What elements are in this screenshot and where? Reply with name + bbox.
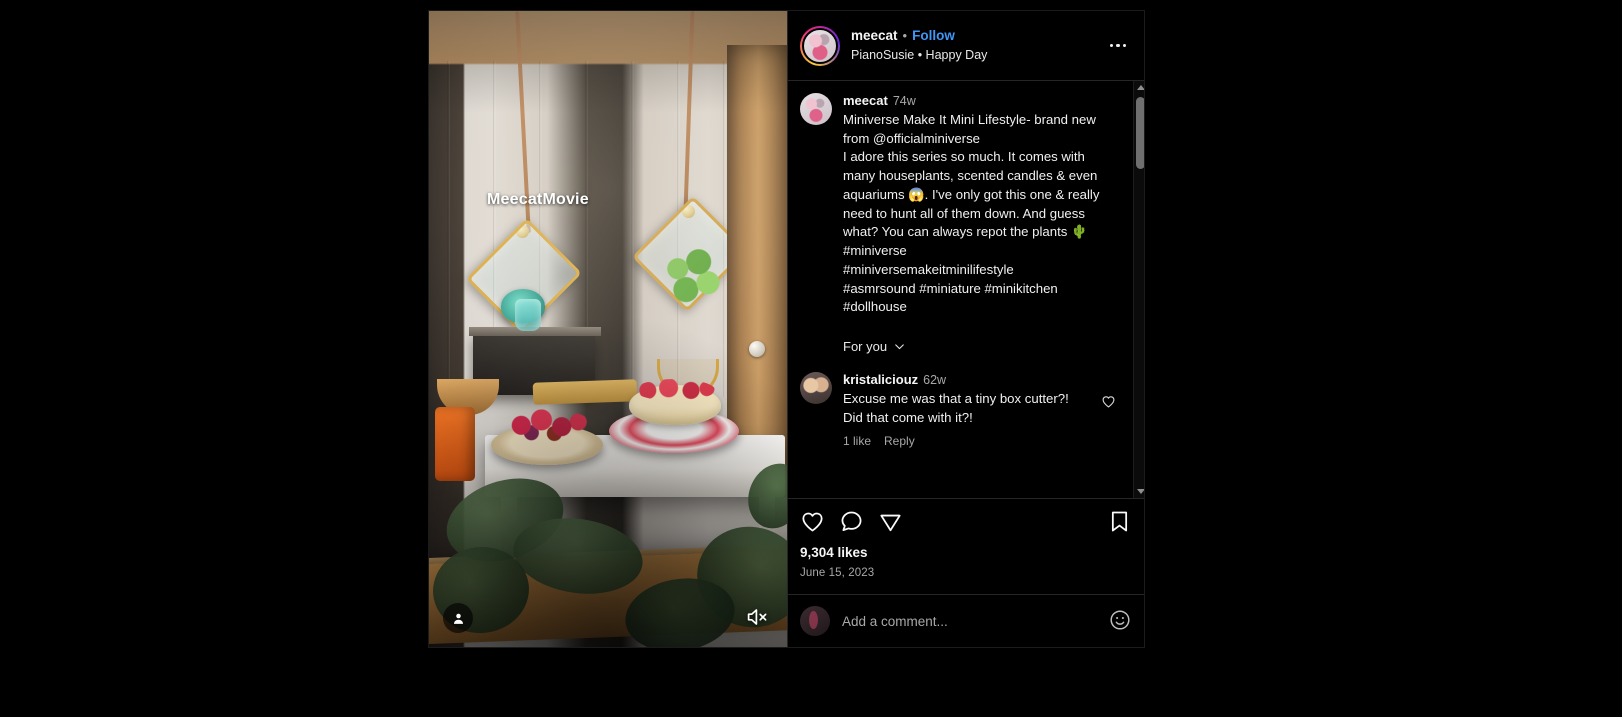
caption-body: meecat 74w Miniverse Make It Mini Lifesty…: [843, 93, 1119, 317]
caption-text: Miniverse Make It Mini Lifestyle- brand …: [843, 111, 1100, 315]
scroll-up-arrow-icon: [1136, 85, 1144, 90]
author-username[interactable]: meecat: [851, 28, 898, 45]
more-options-button[interactable]: [1104, 32, 1132, 60]
caption-avatar[interactable]: [800, 93, 832, 125]
more-dot-2: [1116, 43, 1120, 48]
comment-text: Excuse me was that a tiny box cutter?! D…: [843, 390, 1073, 425]
current-user-avatar[interactable]: [800, 606, 830, 636]
follow-button[interactable]: Follow: [912, 28, 955, 45]
post-actions: 9,304 likes June 15, 2023: [788, 498, 1144, 579]
commenter-avatar[interactable]: [800, 371, 832, 404]
likes-count[interactable]: 9,304 likes: [800, 545, 1132, 560]
post-caption: meecat 74w Miniverse Make It Mini Lifesty…: [800, 93, 1119, 317]
more-dot-1: [1109, 43, 1114, 48]
share-button[interactable]: [878, 509, 903, 534]
caption-timestamp: 74w: [892, 94, 916, 108]
comment-bubble-icon: [841, 511, 862, 532]
instagram-post-card: MeecatMovie meecat • Follow PianoSusie •…: [428, 10, 1145, 648]
save-button[interactable]: [1107, 509, 1132, 534]
scroll-down-arrow-icon: [1136, 489, 1144, 494]
scroll-down-arrow-button[interactable]: [1134, 485, 1144, 498]
video-vignette: [429, 11, 787, 647]
comment-reply-button[interactable]: Reply: [884, 434, 915, 448]
share-paper-plane-icon: [880, 514, 901, 532]
person-tag-button[interactable]: [443, 603, 473, 633]
scroll-up-arrow-button[interactable]: [1134, 81, 1144, 94]
comment-likes-count[interactable]: 1 like: [843, 434, 871, 448]
add-comment-input[interactable]: [842, 613, 1096, 629]
comment-timestamp: 62w: [923, 372, 947, 387]
post-media-video[interactable]: MeecatMovie: [429, 11, 787, 647]
comment-like-button[interactable]: [1101, 372, 1119, 448]
comment-button[interactable]: [839, 509, 864, 534]
screen-root: MeecatMovie meecat • Follow PianoSusie •…: [0, 0, 1622, 717]
comments-filter-label: For you: [843, 338, 888, 354]
caption-username[interactable]: meecat: [843, 93, 888, 108]
comment-meta: 1 like Reply: [843, 434, 1090, 448]
emoji-picker-button[interactable]: [1108, 608, 1134, 634]
heart-outline-icon: [1102, 396, 1115, 408]
author-avatar[interactable]: [800, 25, 840, 66]
post-header-texts: meecat • Follow PianoSusie • Happy Day: [851, 28, 1093, 63]
heart-outline-icon: [802, 512, 823, 532]
comment-body: kristaliciouz 62w Excuse me was that a ti…: [843, 372, 1090, 448]
mute-toggle-button[interactable]: [743, 603, 771, 631]
audio-track-label[interactable]: PianoSusie • Happy Day: [851, 48, 1093, 63]
comments-list: meecat 74w Miniverse Make It Mini Lifesty…: [788, 81, 1133, 498]
comment-item: kristaliciouz 62w Excuse me was that a ti…: [800, 371, 1119, 448]
more-dot-3: [1122, 43, 1127, 48]
comment-composer: [788, 594, 1144, 647]
post-date: June 15, 2023: [800, 567, 875, 579]
header-separator: •: [902, 28, 908, 44]
like-button[interactable]: [800, 509, 825, 534]
comments-scroll-region: meecat 74w Miniverse Make It Mini Lifesty…: [788, 81, 1144, 498]
action-button-row: [800, 509, 1132, 534]
speaker-muted-icon: [747, 609, 767, 625]
commenter-username[interactable]: kristaliciouz: [843, 372, 918, 387]
comments-scrollbar[interactable]: [1133, 81, 1144, 498]
scrollbar-thumb[interactable]: [1136, 97, 1144, 169]
chevron-down-icon: [895, 344, 904, 350]
post-header: meecat • Follow PianoSusie • Happy Day: [788, 11, 1144, 81]
comments-filter-dropdown[interactable]: For you: [843, 339, 1119, 354]
author-avatar-image: [802, 27, 838, 64]
bookmark-outline-icon: [1111, 511, 1128, 532]
emoji-smiley-icon: [1110, 610, 1130, 630]
post-sidebar: meecat • Follow PianoSusie • Happy Day m…: [787, 11, 1144, 647]
person-tag-icon: [453, 613, 463, 624]
